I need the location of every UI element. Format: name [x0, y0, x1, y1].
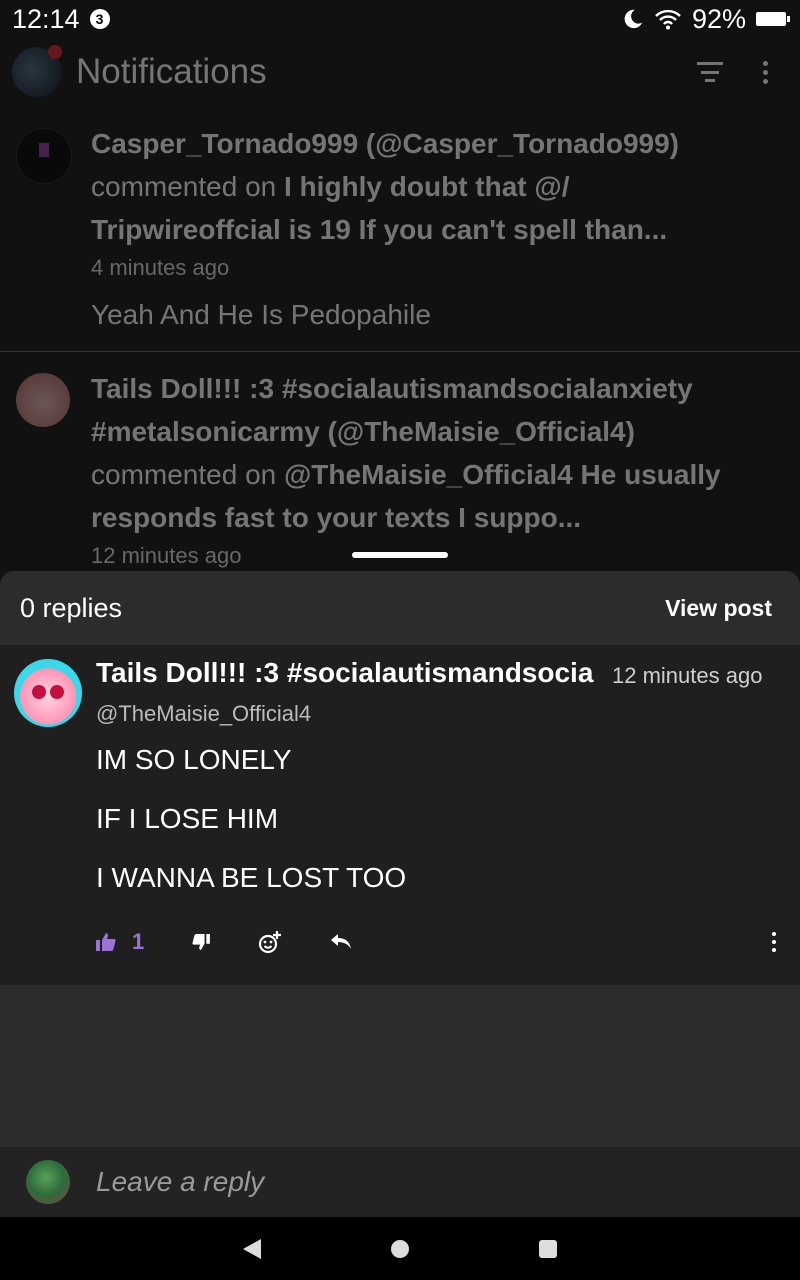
replies-area: [0, 985, 800, 1147]
home-icon[interactable]: [391, 1239, 409, 1258]
like-count: 1: [132, 929, 145, 954]
app-avatar[interactable]: [12, 45, 62, 97]
avatar: [26, 1160, 70, 1204]
comment-line: I WANNA BE LOST TOO: [96, 862, 407, 893]
battery-icon: [756, 12, 790, 26]
back-icon[interactable]: [243, 1238, 261, 1259]
wifi-icon: [655, 9, 681, 30]
filter-icon[interactable]: [697, 62, 723, 82]
sheet-drag-handle[interactable]: [352, 552, 448, 558]
app-bar: Notifications: [0, 38, 800, 106]
notification-body: Yeah And He Is Pedopahile: [91, 299, 431, 330]
notification-time: 4 minutes ago: [91, 255, 230, 280]
notification-author[interactable]: Tails Doll!!! :3 #socialautismandsociala…: [91, 373, 693, 447]
avatar[interactable]: [16, 373, 70, 427]
comment-time: 12 minutes ago: [612, 663, 763, 688]
battery-percent: 92%: [691, 3, 746, 34]
comment-author[interactable]: Tails Doll!!! :3 #socialautismandsociala…: [96, 657, 594, 693]
sheet-header: 0 replies View post: [0, 571, 800, 645]
comment-handle[interactable]: @TheMaisie_Official4: [96, 701, 311, 727]
notification-author[interactable]: Casper_Tornado999 (@Casper_Tornado999): [91, 128, 679, 159]
more-vert-icon[interactable]: [763, 60, 768, 84]
navigation-bar: [0, 1217, 800, 1280]
avatar-image: [39, 143, 49, 157]
reply-input[interactable]: Leave a reply: [96, 1166, 264, 1198]
comment-actions: 1: [96, 927, 786, 957]
add-reaction-icon: [259, 931, 282, 954]
recents-icon[interactable]: [539, 1239, 557, 1258]
comment-more-button[interactable]: [772, 932, 776, 952]
notification-verb: commented on: [91, 459, 277, 490]
page-title: Notifications: [76, 52, 267, 91]
view-post-button[interactable]: View post: [665, 595, 772, 622]
add-reaction-button[interactable]: [258, 930, 282, 954]
reply-bar: Leave a reply: [0, 1147, 800, 1217]
status-bar: 12:14 3 92%: [0, 0, 800, 38]
comment-body: IM SO LONELY IF I LOSE HIM I WANNA BE LO…: [96, 741, 406, 918]
status-time: 12:14: [12, 3, 80, 34]
comment-line: IM SO LONELY: [96, 744, 292, 775]
notification-item[interactable]: Tails Doll!!! :3 #socialautismandsociala…: [0, 367, 800, 569]
thumbs-up-icon: [96, 933, 116, 951]
notification-verb: commented on: [91, 171, 277, 202]
moon-icon: [624, 9, 643, 29]
dislike-button[interactable]: [192, 934, 211, 950]
avatar[interactable]: [14, 659, 82, 727]
like-button[interactable]: 1: [96, 929, 144, 955]
divider: [0, 351, 800, 352]
comment-line: IF I LOSE HIM: [96, 803, 279, 834]
replies-count: 0 replies: [20, 592, 123, 623]
reply-button[interactable]: [330, 933, 352, 951]
reply-icon: [331, 934, 352, 949]
notification-count-badge: 3: [89, 9, 110, 29]
more-vert-icon: [772, 932, 776, 952]
avatar[interactable]: [16, 128, 72, 184]
thumbs-down-icon: [192, 934, 211, 950]
comment: Tails Doll!!! :3 #socialautismandsociala…: [0, 645, 800, 985]
notification-item[interactable]: Casper_Tornado999 (@Casper_Tornado999) c…: [0, 122, 800, 331]
